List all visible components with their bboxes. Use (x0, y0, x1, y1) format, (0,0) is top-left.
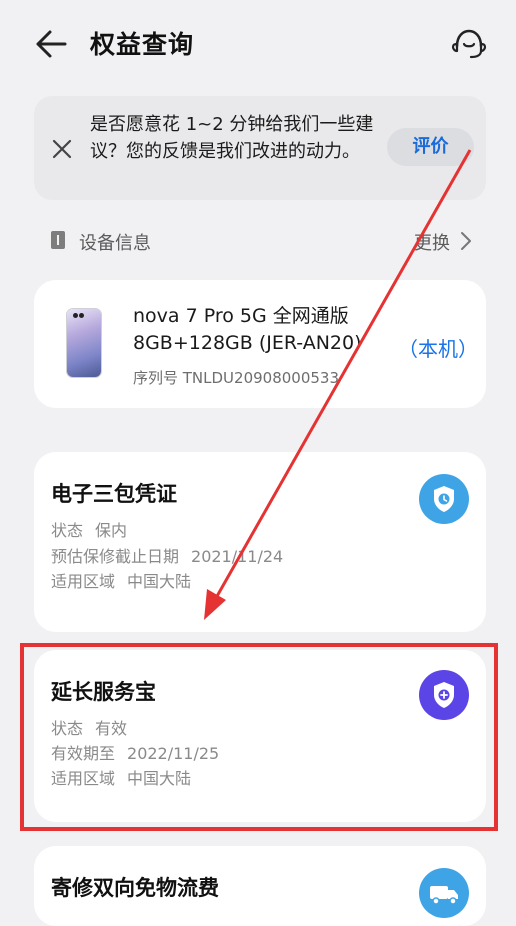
card-row-expiry: 有效期至 2022/11/25 (51, 740, 219, 764)
card-row-region: 适用区域 中国大陆 (51, 568, 191, 592)
rate-button[interactable]: 评价 (387, 128, 474, 166)
row-value: 保内 (95, 521, 128, 540)
current-device-tag: （本机） (398, 337, 478, 361)
card-row-status: 状态 有效 (51, 715, 127, 739)
phone-image (67, 309, 101, 377)
shield-clock-icon (419, 474, 469, 524)
card-row-expiry: 预估保修截止日期 2021/11/24 (51, 543, 283, 567)
shield-plus-icon (419, 670, 469, 720)
close-icon[interactable] (50, 137, 74, 161)
device-name: nova 7 Pro 5G 全网通版 8GB+128GB (JER-AN20) (133, 303, 393, 357)
card-title: 电子三包凭证 (51, 482, 177, 506)
row-label: 有效期至 (51, 744, 116, 763)
info-icon (51, 231, 65, 249)
section-title-device-info: 设备信息 (79, 233, 151, 254)
device-serial: 序列号 TNLDU20908000533 (133, 369, 340, 387)
card-row-status: 状态 保内 (51, 517, 127, 541)
row-label: 适用区域 (51, 769, 116, 788)
arrow-left-icon[interactable] (30, 26, 70, 62)
page-title: 权益查询 (90, 30, 195, 59)
card-title: 寄修双向免物流费 (51, 876, 219, 900)
row-value: 中国大陆 (127, 572, 192, 591)
row-value: 2022/11/25 (127, 744, 220, 763)
card-title: 延长服务宝 (51, 680, 156, 704)
feedback-text: 是否愿意花 1~2 分钟给我们一些建议？您的反馈是我们改进的动力。 (90, 114, 374, 162)
chevron-right-icon[interactable] (458, 230, 474, 252)
truck-icon (419, 868, 469, 918)
top-bar: 权益查询 (0, 0, 516, 88)
change-device-link[interactable]: 更换 (414, 229, 450, 255)
row-value: 有效 (95, 719, 128, 738)
row-label: 适用区域 (51, 572, 116, 591)
row-value: 2021/11/24 (191, 547, 284, 566)
device-spec: 8GB+128GB (JER-AN20) (133, 332, 362, 354)
row-label: 状态 (51, 719, 84, 738)
customer-service-icon[interactable] (448, 24, 490, 64)
row-label: 预估保修截止日期 (51, 547, 180, 566)
row-value: 中国大陆 (127, 769, 192, 788)
device-model: nova 7 Pro 5G 全网通版 (133, 305, 349, 327)
card-row-region: 适用区域 中国大陆 (51, 765, 191, 789)
row-label: 状态 (51, 521, 84, 540)
